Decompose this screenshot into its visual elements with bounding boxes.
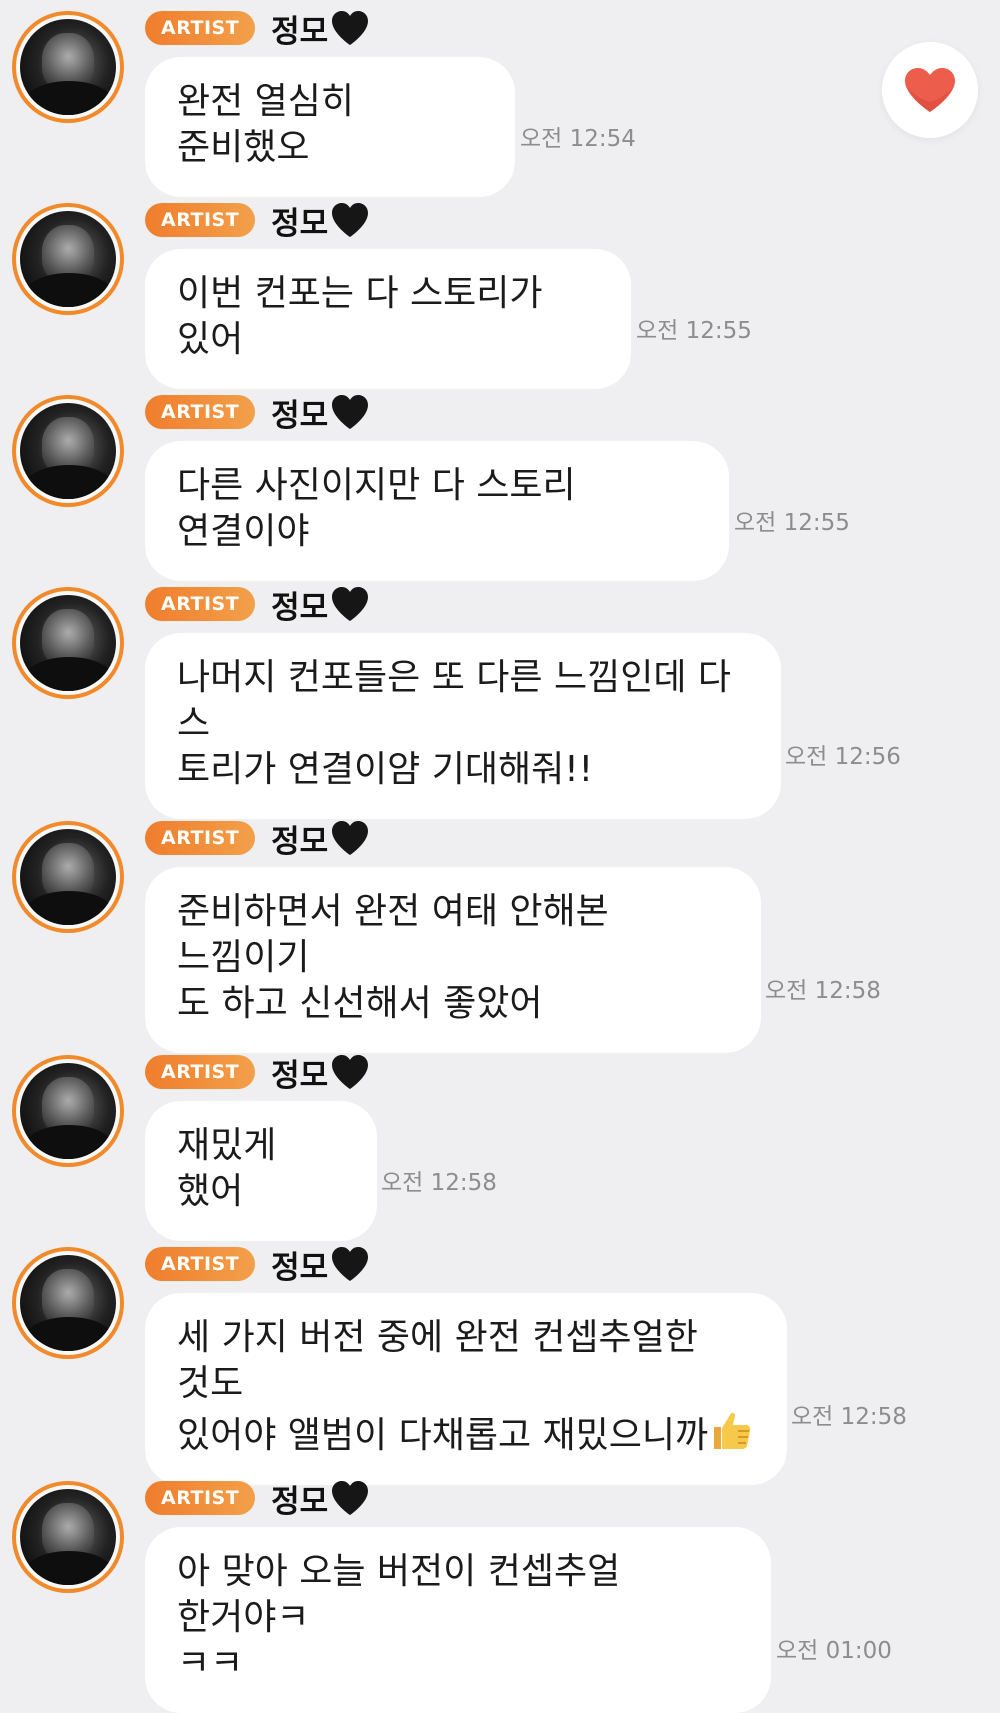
black-heart-icon [332, 587, 369, 621]
message-row: ARTIST 정모재밌게 했어오전 12:58 [0, 1044, 1000, 1241]
avatar-photo [20, 19, 116, 115]
message-time: 오전 12:58 [791, 1404, 907, 1430]
avatar-photo [20, 595, 116, 691]
sender-label: 정모 [271, 1483, 329, 1520]
message-bubble[interactable]: 다른 사진이지만 다 스토리 연결이야 [145, 441, 729, 581]
black-heart-icon [332, 203, 369, 237]
avatar[interactable] [12, 1481, 124, 1593]
message-row: ARTIST 정모이번 컨포는 다 스토리가 있어오전 12:55 [0, 192, 1000, 389]
sender-name[interactable]: 정모 [271, 1476, 370, 1521]
black-heart-icon [332, 821, 369, 855]
avatar-photo [20, 211, 116, 307]
artist-badge: ARTIST [145, 203, 256, 237]
thumbs-up-icon [714, 1412, 751, 1449]
message-row: ARTIST 정모완전 열심히 준비했오오전 12:54 [0, 0, 1000, 197]
message-bubble[interactable]: 세 가지 버전 중에 완전 컨셉추얼한 것도 있어야 앨범이 다채롭고 재밌으니… [145, 1293, 787, 1485]
avatar[interactable] [12, 11, 124, 123]
message-text: 세 가지 버전 중에 완전 컨셉추얼한 것도 있어야 앨범이 다채롭고 재밌으니… [177, 1317, 709, 1456]
message-text: 완전 열심히 준비했오 [177, 81, 366, 168]
avatar-photo [20, 1489, 116, 1585]
message-header: ARTIST 정모 [145, 393, 370, 434]
chat-message-list[interactable]: ARTIST 정모 완전 열심히 준비했오 오전 12:54 ARTIST 정모 이번 컨포… [0, 0, 1000, 1713]
message-row: ARTIST 정모아 맞아 오늘 버전이 컨셉추얼 한거야ㅋ ㅋㅋ 오전 01:00 [0, 1470, 1000, 1713]
sender-label: 정모 [271, 13, 329, 50]
message-time: 오전 12:54 [520, 126, 636, 152]
message-header: ARTIST 정모 [145, 819, 370, 860]
black-heart-icon [332, 1055, 369, 1089]
black-heart-icon [332, 1247, 369, 1281]
artist-badge: ARTIST [145, 395, 256, 429]
avatar[interactable] [12, 1247, 124, 1359]
message-time: 오전 12:56 [785, 744, 901, 770]
sender-name[interactable]: 정모 [271, 816, 370, 861]
message-row: ARTIST 정모세 가지 버전 중에 완전 컨셉추얼한 것도 있어야 앨범이 다… [0, 1236, 1000, 1485]
message-bubble[interactable]: 완전 열심히 준비했오 [145, 57, 515, 197]
artist-badge: ARTIST [145, 11, 256, 45]
sender-name[interactable]: 정모 [271, 6, 370, 51]
message-time: 오전 12:55 [636, 318, 752, 344]
message-bubble[interactable]: 나머지 컨포들은 또 다른 느낌인데 다 스 토리가 연결이얌 기대해줘!! [145, 633, 781, 819]
message-text: 다른 사진이지만 다 스토리 연결이야 [177, 465, 588, 552]
avatar-photo [20, 1255, 116, 1351]
avatar[interactable] [12, 821, 124, 933]
sender-label: 정모 [271, 397, 329, 434]
avatar-photo [20, 403, 116, 499]
message-bubble[interactable]: 재밌게 했어 [145, 1101, 377, 1241]
message-header: ARTIST 정모 [145, 9, 370, 50]
artist-badge: ARTIST [145, 1481, 256, 1515]
avatar-photo [20, 829, 116, 925]
avatar[interactable] [12, 203, 124, 315]
sender-name[interactable]: 정모 [271, 1050, 370, 1095]
message-text: 나머지 컨포들은 또 다른 느낌인데 다 스 토리가 연결이얌 기대해줘!! [177, 657, 732, 790]
sender-name[interactable]: 정모 [271, 582, 370, 627]
black-heart-icon [332, 1481, 369, 1515]
message-text: 재밌게 했어 [177, 1125, 288, 1212]
message-text: 아 맞아 오늘 버전이 컨셉추얼 한거야ㅋ ㅋㅋ [177, 1551, 621, 1684]
message-header: ARTIST 정모 [145, 1053, 370, 1094]
avatar[interactable] [12, 587, 124, 699]
message-row: ARTIST 정모준비하면서 완전 여태 안해본 느낌이기 도 하고 신선해서 좋… [0, 810, 1000, 1053]
message-time: 오전 12:58 [765, 978, 881, 1004]
artist-badge: ARTIST [145, 587, 256, 621]
sender-label: 정모 [271, 1249, 329, 1286]
message-header: ARTIST 정모 [145, 1479, 370, 1520]
sender-label: 정모 [271, 205, 329, 242]
artist-badge: ARTIST [145, 1247, 256, 1281]
artist-badge: ARTIST [145, 821, 256, 855]
message-text: 준비하면서 완전 여태 안해본 느낌이기 도 하고 신선해서 좋았어 [177, 891, 609, 1024]
message-row: ARTIST 정모다른 사진이지만 다 스토리 연결이야오전 12:55 [0, 384, 1000, 581]
message-bubble[interactable]: 이번 컨포는 다 스토리가 있어 [145, 249, 631, 389]
message-time: 오전 12:58 [381, 1170, 497, 1196]
avatar[interactable] [12, 1055, 124, 1167]
message-bubble[interactable]: 아 맞아 오늘 버전이 컨셉추얼 한거야ㅋ ㅋㅋ [145, 1527, 771, 1713]
black-heart-icon [332, 395, 369, 429]
sender-name[interactable]: 정모 [271, 390, 370, 435]
artist-badge: ARTIST [145, 1055, 256, 1089]
avatar[interactable] [12, 395, 124, 507]
message-time: 오전 12:55 [734, 510, 850, 536]
sender-name[interactable]: 정모 [271, 1242, 370, 1287]
message-header: ARTIST 정모 [145, 201, 370, 242]
message-header: ARTIST 정모 [145, 585, 370, 626]
sender-label: 정모 [271, 589, 329, 626]
sender-label: 정모 [271, 823, 329, 860]
sender-label: 정모 [271, 1057, 329, 1094]
avatar-photo [20, 1063, 116, 1159]
message-text: 이번 컨포는 다 스토리가 있어 [177, 273, 554, 360]
black-heart-icon [332, 11, 369, 45]
message-time: 오전 01:00 [776, 1638, 892, 1664]
message-row: ARTIST 정모나머지 컨포들은 또 다른 느낌인데 다 스 토리가 연결이얌 … [0, 576, 1000, 819]
message-bubble[interactable]: 준비하면서 완전 여태 안해본 느낌이기 도 하고 신선해서 좋았어 [145, 867, 761, 1053]
sender-name[interactable]: 정모 [271, 198, 370, 243]
message-header: ARTIST 정모 [145, 1245, 370, 1286]
